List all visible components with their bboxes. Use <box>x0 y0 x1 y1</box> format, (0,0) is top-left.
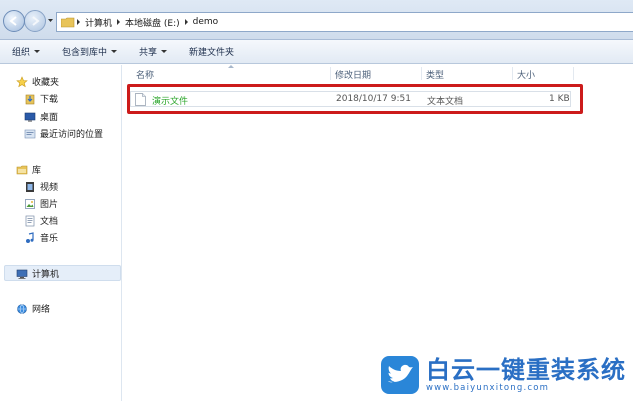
sort-indicator-icon <box>228 65 234 68</box>
nav-libraries-label: 库 <box>32 166 42 176</box>
dropdown-arrow-icon <box>161 50 168 53</box>
command-toolbar: 组织 包含到库中 共享 新建文件夹 <box>0 40 633 64</box>
nav-music[interactable]: 音乐 <box>24 231 58 244</box>
nav-downloads-label: 下载 <box>40 95 59 105</box>
column-header-name[interactable]: 名称 <box>136 68 154 81</box>
include-in-library-button[interactable]: 包含到库中 <box>62 45 118 58</box>
dropdown-arrow-icon <box>111 50 118 53</box>
recent-pages-dropdown-icon[interactable] <box>47 17 54 24</box>
video-icon <box>24 181 36 193</box>
organize-button[interactable]: 组织 <box>12 45 41 58</box>
nav-videos-label: 视频 <box>40 183 59 193</box>
nav-pictures-label: 图片 <box>40 200 59 210</box>
address-path[interactable]: 计算机 本地磁盘 (E:) demo <box>56 12 633 32</box>
navigation-pane: 收藏夹 下载 桌面 最近访问的位置 库 视频 图片 文档 音乐 计算机 网络 <box>0 65 122 401</box>
folder-icon <box>61 17 75 28</box>
breadcrumb-separator-icon[interactable] <box>117 19 121 25</box>
annotation-highlight-box <box>127 84 583 114</box>
nav-documents[interactable]: 文档 <box>24 214 58 227</box>
documents-icon <box>24 215 36 227</box>
brand-url: www.baiyunxitong.com <box>426 383 550 393</box>
column-divider[interactable] <box>512 67 513 80</box>
column-header-type[interactable]: 类型 <box>426 68 444 81</box>
downloads-icon <box>24 93 36 105</box>
back-button[interactable] <box>3 10 25 32</box>
file-list-pane: 名称 修改日期 类型 大小 演示文件 2018/10/17 9:51 文本文档 … <box>123 65 633 401</box>
nav-desktop-label: 桌面 <box>40 113 59 123</box>
bird-logo-icon <box>381 356 419 394</box>
nav-recent-places[interactable]: 最近访问的位置 <box>24 127 103 140</box>
new-folder-label: 新建文件夹 <box>189 48 235 58</box>
network-icon <box>16 303 28 315</box>
nav-favorites-label: 收藏夹 <box>32 78 60 88</box>
nav-computer-label: 计算机 <box>32 270 60 280</box>
desktop-icon <box>24 111 36 123</box>
organize-label: 组织 <box>12 48 31 58</box>
share-button[interactable]: 共享 <box>139 45 168 58</box>
libraries-icon <box>16 164 28 176</box>
breadcrumb-separator-icon[interactable] <box>77 19 80 25</box>
column-divider[interactable] <box>330 67 331 80</box>
music-icon <box>24 231 36 244</box>
recent-places-icon <box>24 128 36 140</box>
include-library-label: 包含到库中 <box>62 48 108 58</box>
nav-documents-label: 文档 <box>40 217 59 227</box>
address-bar: 计算机 本地磁盘 (E:) demo <box>0 0 633 40</box>
dropdown-arrow-icon <box>34 50 41 53</box>
nav-libraries[interactable]: 库 <box>16 163 41 176</box>
nav-pictures[interactable]: 图片 <box>24 197 58 210</box>
column-header-date[interactable]: 修改日期 <box>335 68 371 81</box>
nav-music-label: 音乐 <box>40 234 59 244</box>
nav-favorites[interactable]: 收藏夹 <box>16 75 59 88</box>
column-divider[interactable] <box>421 67 422 80</box>
nav-downloads[interactable]: 下载 <box>24 92 58 105</box>
share-label: 共享 <box>139 48 158 58</box>
nav-desktop[interactable]: 桌面 <box>24 110 58 123</box>
breadcrumb-separator-icon[interactable] <box>184 19 188 25</box>
pictures-icon <box>24 198 36 210</box>
brand-name: 白云一键重装系统 <box>426 356 626 384</box>
breadcrumb-computer[interactable]: 计算机 <box>85 16 112 29</box>
new-folder-button[interactable]: 新建文件夹 <box>189 45 234 58</box>
nav-recent-places-label: 最近访问的位置 <box>40 130 104 140</box>
nav-videos[interactable]: 视频 <box>24 180 58 193</box>
computer-icon <box>16 268 28 280</box>
nav-network-label: 网络 <box>32 305 51 315</box>
forward-button[interactable] <box>24 10 46 32</box>
star-icon <box>16 75 28 88</box>
breadcrumb-folder[interactable]: demo <box>193 17 219 27</box>
nav-network[interactable]: 网络 <box>16 302 50 315</box>
brand-watermark: 白云一键重装系统 www.baiyunxitong.com <box>380 353 633 397</box>
column-header-size[interactable]: 大小 <box>517 68 535 81</box>
back-arrow-icon <box>9 16 17 26</box>
breadcrumb-drive[interactable]: 本地磁盘 (E:) <box>125 16 180 29</box>
column-divider[interactable] <box>573 67 574 80</box>
nav-computer[interactable]: 计算机 <box>16 267 59 280</box>
forward-arrow-icon <box>32 16 40 26</box>
